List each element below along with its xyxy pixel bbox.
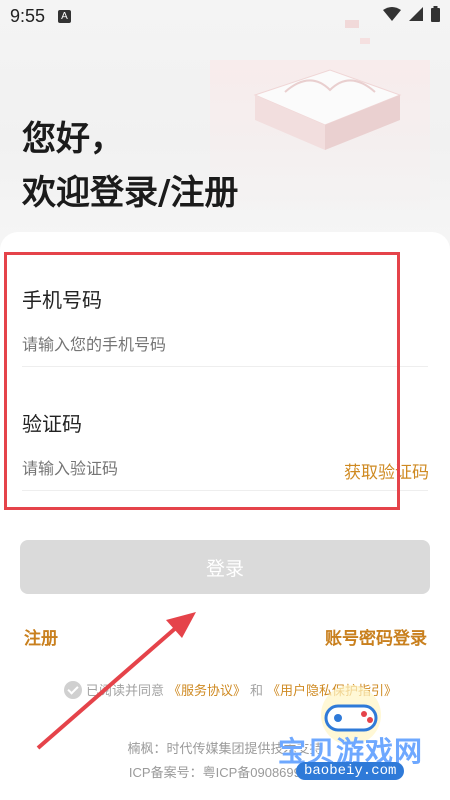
battery-icon	[431, 6, 440, 22]
service-agreement-link[interactable]: 《服务协议》	[168, 680, 246, 699]
notification-icon: A	[58, 10, 71, 23]
welcome-text: 欢迎登录/注册	[22, 173, 239, 213]
signal-icon	[409, 7, 423, 21]
register-link[interactable]: 注册	[24, 624, 58, 649]
agreement-prefix: 已阅读并同意	[86, 683, 165, 698]
status-time: 9:55	[10, 6, 46, 26]
wifi-icon	[383, 7, 401, 21]
watermark: 宝贝游戏网 baobeiy.com	[276, 685, 446, 800]
password-login-link[interactable]: 账号密码登录	[325, 624, 427, 649]
login-button[interactable]: 登录	[20, 540, 430, 594]
greeting-text: 您好，	[22, 119, 124, 159]
agree-checkbox[interactable]	[64, 680, 82, 699]
agreement-and: 和	[250, 683, 264, 698]
highlight-box	[4, 252, 400, 510]
status-bar: 9:55 A	[0, 0, 450, 34]
status-icons	[383, 6, 440, 22]
page-title: 您好， 欢迎登录/注册	[22, 112, 238, 220]
watermark-url: baobeiy.com	[296, 762, 405, 780]
